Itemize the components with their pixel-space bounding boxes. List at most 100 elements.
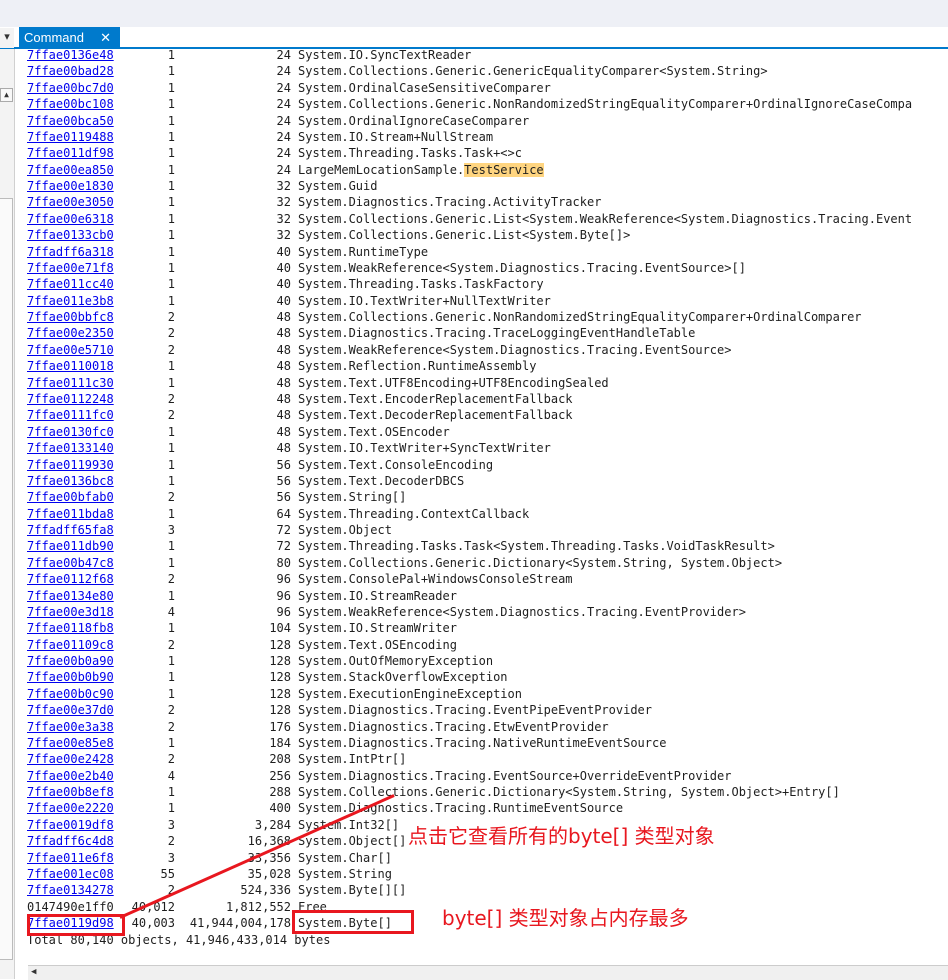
method-table-link[interactable]: 7ffae0111fc0 xyxy=(27,407,114,423)
method-table-link[interactable]: 7ffae00e1830 xyxy=(27,178,114,194)
count-cell: 1 xyxy=(167,654,175,669)
method-table-link[interactable]: 7ffae0019df8 xyxy=(27,817,114,833)
method-table-link[interactable]: 7ffae00e6318 xyxy=(27,211,114,227)
left-side-panel xyxy=(0,198,13,960)
class-name-cell: System.RuntimeType xyxy=(298,244,428,260)
method-table-link[interactable]: 7ffae0136e48 xyxy=(27,49,114,63)
class-name-text: System.Text.OSEncoder xyxy=(298,424,450,439)
table-row: 7ffae011e3b8 1 40 System.IO.TextWriter+Null… xyxy=(27,293,948,309)
method-table-link[interactable]: 7ffae00b8ef8 xyxy=(27,784,114,800)
method-table-link[interactable]: 7ffadff6c4d8 xyxy=(27,833,114,849)
method-table-link[interactable]: 7ffae001ec08 xyxy=(27,866,114,882)
method-table-link[interactable]: 7ffae00e85e8 xyxy=(27,735,114,751)
method-table-link[interactable]: 7ffae00e3d18 xyxy=(27,604,114,620)
scroll-left-icon[interactable]: ◀ xyxy=(31,967,36,977)
method-table-link[interactable]: 7ffae00e2428 xyxy=(27,751,114,767)
class-name-text: System.Threading.Tasks.Task+<>c xyxy=(298,146,522,161)
total-size-cell: 40 xyxy=(276,293,291,308)
class-name-cell: System.Diagnostics.Tracing.EventSource+O… xyxy=(298,768,731,784)
count-cell: 1 xyxy=(167,64,175,79)
method-table-link[interactable]: 7ffae01109c8 xyxy=(27,637,114,653)
method-table-link[interactable]: 7ffae00e71f8 xyxy=(27,260,114,276)
method-table-link[interactable]: 7ffae0111c30 xyxy=(27,375,114,391)
class-name-cell: System.Collections.Generic.List<System.B… xyxy=(298,227,630,243)
method-table-link[interactable]: 7ffae0134278 xyxy=(27,882,114,898)
total-size-cell: 32 xyxy=(276,195,291,210)
method-table-link[interactable]: 7ffae00e3050 xyxy=(27,194,114,210)
method-table-link[interactable]: 7ffae011bda8 xyxy=(27,506,114,522)
method-table-link[interactable]: 7ffae00bad28 xyxy=(27,63,114,79)
table-row: 7ffae0136bc8 1 56 System.Text.DecoderDBCS xyxy=(27,473,948,489)
method-table-link[interactable]: 7ffae00e37d0 xyxy=(27,702,114,718)
total-size-cell: 24 xyxy=(276,80,291,95)
method-table-link[interactable]: 7ffae00b0a90 xyxy=(27,653,114,669)
method-table-link[interactable]: 7ffae011cc40 xyxy=(27,276,114,292)
count-cell: 2 xyxy=(167,391,175,406)
method-table-link[interactable]: 7ffae0133cb0 xyxy=(27,227,114,243)
table-row: 7ffae00e2220 1 400 System.Diagnostics.Traci… xyxy=(27,800,948,816)
method-table-link[interactable]: 7ffadff6a318 xyxy=(27,244,114,260)
method-table-link[interactable]: 7ffae0133140 xyxy=(27,440,114,456)
count-cell: 1 xyxy=(167,555,175,570)
dropdown-chevron-icon[interactable]: ▾ xyxy=(0,28,14,48)
total-size-cell: 3,284 xyxy=(254,817,291,832)
total-size-cell: 128 xyxy=(269,686,291,701)
method-table-link[interactable]: 7ffae00ea850 xyxy=(27,162,114,178)
method-table-link[interactable]: 7ffadff65fa8 xyxy=(27,522,114,538)
method-table-link[interactable]: 7ffae011e3b8 xyxy=(27,293,114,309)
class-name-cell: System.Diagnostics.Tracing.NativeRuntime… xyxy=(298,735,666,751)
method-table-link[interactable]: 7ffae0112f68 xyxy=(27,571,114,587)
count-cell: 55 xyxy=(160,867,175,881)
total-size-cell: 40 xyxy=(276,277,291,292)
method-table-link[interactable]: 7ffae00e2350 xyxy=(27,325,114,341)
method-table-link[interactable]: 7ffae00b0c90 xyxy=(27,686,114,702)
method-table-link[interactable]: 7ffae0118fb8 xyxy=(27,620,114,636)
tab-command[interactable]: Command ✕ xyxy=(19,27,120,48)
method-table-link[interactable]: 7ffae00bc108 xyxy=(27,96,114,112)
method-table-link[interactable]: 7ffae00bbfc8 xyxy=(27,309,114,325)
method-table-link[interactable]: 7ffae00bfab0 xyxy=(27,489,114,505)
total-size-cell: 176 xyxy=(269,719,291,734)
total-size-cell: 256 xyxy=(269,768,291,783)
method-table-link[interactable]: 7ffae0136bc8 xyxy=(27,473,114,489)
class-name-text: System.Text.UTF8Encoding+UTF8EncodingSea… xyxy=(298,375,609,390)
total-size-cell: 128 xyxy=(269,703,291,718)
class-name-text: System.Text.EncoderReplacementFallback xyxy=(298,391,573,406)
count-cell: 3 xyxy=(167,850,175,865)
class-name-text: System.Diagnostics.Tracing.EtwEventProvi… xyxy=(298,719,609,734)
total-size-cell: 128 xyxy=(269,670,291,685)
class-name-cell: System.Collections.Generic.List<System.W… xyxy=(298,211,912,227)
method-table-link[interactable]: 7ffae0119488 xyxy=(27,129,114,145)
class-name-text: System.Diagnostics.Tracing.EventSource+O… xyxy=(298,768,732,783)
method-table-link[interactable]: 7ffae00e5710 xyxy=(27,342,114,358)
count-cell: 2 xyxy=(167,490,175,505)
class-name-cell: System.IO.TextWriter+SyncTextWriter xyxy=(298,440,551,456)
horizontal-scrollbar[interactable]: ◀ xyxy=(28,965,948,980)
method-table-link[interactable]: 7ffae0130fc0 xyxy=(27,424,114,440)
method-table-link[interactable]: 7ffae0110018 xyxy=(27,358,114,374)
table-row: 7ffae00e3d18 4 96 System.WeakReference<Syst… xyxy=(27,604,948,620)
class-name-cell: System.OutOfMemoryException xyxy=(298,653,493,669)
count-cell: 1 xyxy=(167,539,175,554)
method-table-link[interactable]: 7ffae0134e80 xyxy=(27,588,114,604)
scroll-up-icon[interactable]: ▲ xyxy=(0,88,13,102)
count-cell: 4 xyxy=(167,604,175,619)
class-name-cell: System.Text.EncoderReplacementFallback xyxy=(298,391,573,407)
method-table-link[interactable]: 7ffae00bc7d0 xyxy=(27,80,114,96)
method-table-link[interactable]: 7ffae0119930 xyxy=(27,457,114,473)
class-name-cell: System.Diagnostics.Tracing.TraceLoggingE… xyxy=(298,325,695,341)
method-table-link[interactable]: 7ffae00e3a38 xyxy=(27,719,114,735)
total-size-cell: 48 xyxy=(276,424,291,439)
method-table-link[interactable]: 7ffae00bca50 xyxy=(27,113,114,129)
method-table-link[interactable]: 7ffae00b0b90 xyxy=(27,669,114,685)
class-name-text: System.WeakReference<System.Diagnostics.… xyxy=(298,604,746,619)
method-table-link[interactable]: 7ffae0112248 xyxy=(27,391,114,407)
count-cell: 1 xyxy=(167,359,175,374)
method-table-link[interactable]: 7ffae00b47c8 xyxy=(27,555,114,571)
method-table-link[interactable]: 7ffae00e2220 xyxy=(27,800,114,816)
method-table-link[interactable]: 7ffae011db90 xyxy=(27,538,114,554)
method-table-link[interactable]: 7ffae011e6f8 xyxy=(27,850,114,866)
method-table-link[interactable]: 7ffae00e2b40 xyxy=(27,768,114,784)
method-table-link[interactable]: 7ffae011df98 xyxy=(27,145,114,161)
close-icon[interactable]: ✕ xyxy=(100,27,111,48)
